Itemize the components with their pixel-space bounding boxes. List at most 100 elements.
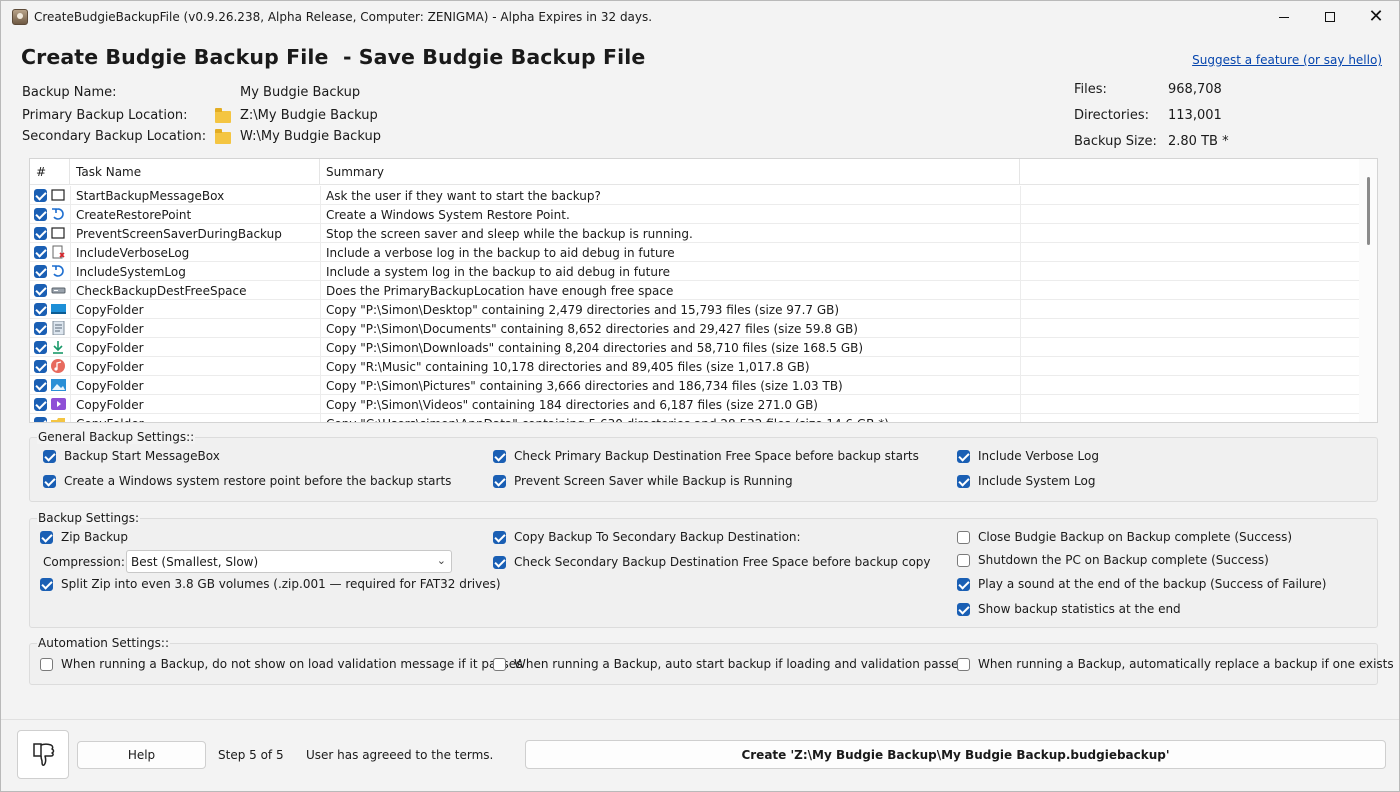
compression-select[interactable]: Best (Smallest, Slow) ⌄ xyxy=(126,550,452,573)
checkbox[interactable] xyxy=(493,449,506,463)
task-checkbox[interactable] xyxy=(34,379,47,392)
option-split-zip[interactable]: Split Zip into even 3.8 GB volumes (.zip… xyxy=(40,577,501,591)
checkbox[interactable] xyxy=(957,530,970,544)
column-header-summary[interactable]: Summary xyxy=(320,159,1020,185)
task-summary: Copy "P:\Simon\Pictures" containing 3,66… xyxy=(326,379,843,393)
task-row[interactable]: CopyFolder Copy "P:\Simon\Downloads" cont… xyxy=(30,338,1360,357)
task-row[interactable]: IncludeSystemLog Include a system log in … xyxy=(30,262,1360,281)
column-header-number[interactable]: # xyxy=(30,159,70,185)
column-divider xyxy=(1020,186,1021,205)
checkbox[interactable] xyxy=(43,449,56,463)
task-checkbox[interactable] xyxy=(34,398,47,411)
scrollbar-thumb[interactable] xyxy=(1367,177,1370,245)
task-checkbox[interactable] xyxy=(34,246,47,259)
task-name: IncludeSystemLog xyxy=(76,265,186,279)
task-checkbox[interactable] xyxy=(34,417,47,422)
column-divider xyxy=(1020,395,1021,414)
option-label: Shutdown the PC on Backup complete (Succ… xyxy=(978,553,1269,567)
window-title: CreateBudgieBackupFile (v0.9.26.238, Alp… xyxy=(34,10,653,24)
option-shutdown-on-complete[interactable]: Shutdown the PC on Backup complete (Succ… xyxy=(957,553,1269,567)
option-no-validation-message[interactable]: When running a Backup, do not show on lo… xyxy=(40,657,522,671)
task-row[interactable]: CheckBackupDestFreeSpace Does the Primary… xyxy=(30,281,1360,300)
column-header-task-name[interactable]: Task Name xyxy=(70,159,320,185)
checkbox[interactable] xyxy=(493,474,506,488)
log-icon xyxy=(52,245,65,259)
task-checkbox[interactable] xyxy=(34,341,47,354)
checkbox[interactable] xyxy=(493,657,506,671)
option-prevent-screen-saver[interactable]: Prevent Screen Saver while Backup is Run… xyxy=(493,474,793,488)
option-play-sound[interactable]: Play a sound at the end of the backup (S… xyxy=(957,577,1326,591)
task-name: CopyFolder xyxy=(76,360,144,374)
feedback-button[interactable] xyxy=(17,730,69,779)
checkbox[interactable] xyxy=(493,555,506,569)
checkbox[interactable] xyxy=(957,474,970,488)
title-bar[interactable]: CreateBudgieBackupFile (v0.9.26.238, Alp… xyxy=(1,1,1399,34)
checkbox[interactable] xyxy=(957,657,970,671)
task-rows: StartBackupMessageBox Ask the user if the… xyxy=(30,186,1360,422)
option-include-system-log[interactable]: Include System Log xyxy=(957,474,1096,488)
column-divider xyxy=(1020,357,1021,376)
task-checkbox[interactable] xyxy=(34,360,47,373)
secondary-location-value[interactable]: W:\My Budgie Backup xyxy=(240,129,381,144)
minimize-button[interactable] xyxy=(1261,1,1307,33)
option-label: When running a Backup, automatically rep… xyxy=(978,657,1394,671)
task-name: CopyFolder xyxy=(76,322,144,336)
task-checkbox[interactable] xyxy=(34,189,47,202)
task-checkbox[interactable] xyxy=(34,322,47,335)
task-summary: Copy "P:\Simon\Downloads" containing 8,2… xyxy=(326,341,864,355)
suggest-feature-link[interactable]: Suggest a feature (or say hello) xyxy=(1192,53,1382,67)
checkbox[interactable] xyxy=(40,657,53,671)
task-row[interactable]: CopyFolder Copy "C:\Users\simon\AppData" … xyxy=(30,414,1360,422)
maximize-button[interactable] xyxy=(1307,1,1353,33)
checkbox[interactable] xyxy=(40,530,53,544)
checkbox[interactable] xyxy=(957,449,970,463)
task-list-scrollbar[interactable] xyxy=(1359,159,1377,422)
option-close-on-complete[interactable]: Close Budgie Backup on Backup complete (… xyxy=(957,530,1292,544)
option-label: Split Zip into even 3.8 GB volumes (.zip… xyxy=(61,577,501,591)
checkbox[interactable] xyxy=(40,577,53,591)
option-label: Copy Backup To Secondary Backup Destinat… xyxy=(514,530,801,544)
option-create-restore-point[interactable]: Create a Windows system restore point be… xyxy=(43,474,451,488)
option-backup-start-messagebox[interactable]: Backup Start MessageBox xyxy=(43,449,220,463)
task-summary: Copy "C:\Users\simon\AppData" containing… xyxy=(326,417,889,422)
task-summary: Stop the screen saver and sleep while th… xyxy=(326,227,693,241)
create-backup-button[interactable]: Create 'Z:\My Budgie Backup\My Budgie Ba… xyxy=(525,740,1386,769)
option-show-stats[interactable]: Show backup statistics at the end xyxy=(957,602,1181,616)
task-checkbox[interactable] xyxy=(34,303,47,316)
option-auto-replace-backup[interactable]: When running a Backup, automatically rep… xyxy=(957,657,1394,671)
task-row[interactable]: CopyFolder Copy "P:\Simon\Desktop" contai… xyxy=(30,300,1360,319)
general-settings-title: General Backup Settings:: xyxy=(37,430,196,444)
task-checkbox[interactable] xyxy=(34,208,47,221)
column-divider xyxy=(320,205,321,224)
help-button[interactable]: Help xyxy=(77,741,206,769)
task-checkbox[interactable] xyxy=(34,265,47,278)
checkbox[interactable] xyxy=(957,577,970,591)
task-row[interactable]: CopyFolder Copy "R:\Music" containing 10,… xyxy=(30,357,1360,376)
messagebox-icon xyxy=(51,189,65,201)
option-copy-secondary[interactable]: Copy Backup To Secondary Backup Destinat… xyxy=(493,530,801,544)
task-row[interactable]: IncludeVerboseLog Include a verbose log i… xyxy=(30,243,1360,262)
task-row[interactable]: CopyFolder Copy "P:\Simon\Pictures" conta… xyxy=(30,376,1360,395)
task-row[interactable]: CopyFolder Copy "P:\Simon\Videos" contain… xyxy=(30,395,1360,414)
task-row[interactable]: StartBackupMessageBox Ask the user if the… xyxy=(30,186,1360,205)
task-row[interactable]: CopyFolder Copy "P:\Simon\Documents" cont… xyxy=(30,319,1360,338)
checkbox[interactable] xyxy=(493,530,506,544)
option-auto-start-backup[interactable]: When running a Backup, auto start backup… xyxy=(493,657,966,671)
option-include-verbose-log[interactable]: Include Verbose Log xyxy=(957,449,1099,463)
chevron-down-icon: ⌄ xyxy=(436,554,446,567)
task-row[interactable]: PreventScreenSaverDuringBackup Stop the s… xyxy=(30,224,1360,243)
primary-location-value[interactable]: Z:\My Budgie Backup xyxy=(240,108,378,123)
task-checkbox[interactable] xyxy=(34,284,47,297)
close-button[interactable]: ✕ xyxy=(1353,1,1399,33)
thumbs-down-icon xyxy=(33,742,55,766)
task-checkbox[interactable] xyxy=(34,227,47,240)
option-check-secondary-free-space[interactable]: Check Secondary Backup Destination Free … xyxy=(493,555,931,569)
task-row[interactable]: CreateRestorePoint Create a Windows Syste… xyxy=(30,205,1360,224)
checkbox[interactable] xyxy=(957,602,970,616)
option-zip-backup[interactable]: Zip Backup xyxy=(40,530,128,544)
task-list[interactable]: # Task Name Summary StartBackupMessageBo… xyxy=(29,158,1378,423)
checkbox[interactable] xyxy=(957,553,970,567)
option-check-primary-free-space[interactable]: Check Primary Backup Destination Free Sp… xyxy=(493,449,919,463)
screen-icon xyxy=(51,227,65,239)
checkbox[interactable] xyxy=(43,474,56,488)
